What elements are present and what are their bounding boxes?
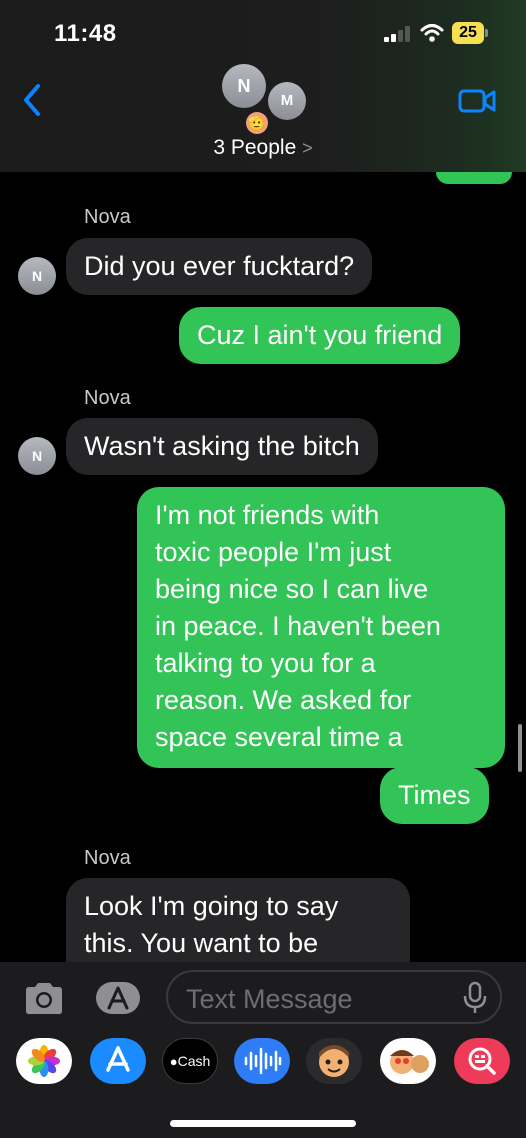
back-chevron-icon[interactable] (20, 82, 44, 118)
wifi-icon (420, 24, 444, 42)
audio-message-icon[interactable] (234, 1038, 290, 1084)
message-line: talking to you for a (155, 648, 376, 678)
status-time: 11:48 (54, 20, 117, 47)
group-info-button[interactable]: 3 People > (0, 136, 526, 160)
avatar-m[interactable]: M (268, 82, 306, 120)
battery-level: 25 (452, 22, 484, 44)
sender-name: Nova (84, 387, 131, 409)
sender-avatar[interactable]: N (18, 257, 56, 295)
microphone-icon[interactable] (462, 980, 488, 1016)
camera-icon[interactable] (22, 980, 66, 1016)
battery-icon: 25 (452, 22, 488, 44)
incoming-message[interactable]: Wasn't asking the bitch (66, 418, 378, 475)
message-line: reason. We asked for (155, 685, 412, 715)
sender-name: Nova (84, 206, 131, 228)
app-drawer-icon[interactable] (94, 980, 142, 1016)
message-line: toxic people I'm just (155, 537, 392, 567)
cellular-signal-icon (384, 26, 410, 42)
avatar-emoji: 🫡 (246, 112, 268, 134)
outgoing-message[interactable]: Cuz I ain't you friend (179, 307, 461, 364)
search-images-icon[interactable] (454, 1038, 510, 1084)
outgoing-message[interactable]: I'm not friends with toxic people I'm ju… (137, 487, 505, 768)
home-indicator[interactable] (170, 1120, 356, 1127)
group-label: 3 People (213, 136, 297, 159)
previous-message-bubble (436, 172, 512, 184)
sender-avatar[interactable]: N (18, 437, 56, 475)
apple-cash-label: Cash (177, 1053, 211, 1069)
message-line: this. You want to be (84, 928, 319, 958)
incoming-message[interactable]: Did you ever fucktard? (66, 238, 373, 295)
memoji-stickers-icon[interactable] (380, 1038, 436, 1084)
message-line: space several time a (155, 722, 403, 752)
message-line: Look I'm going to say (84, 891, 339, 921)
app-store-icon[interactable] (90, 1038, 146, 1084)
memoji-icon[interactable] (306, 1038, 362, 1084)
photos-icon[interactable] (16, 1038, 72, 1084)
message-line: in peace. I haven't been (155, 611, 441, 641)
chevron-right-icon: > (302, 138, 313, 158)
message-input[interactable] (184, 980, 458, 1018)
message-line: I'm not friends with (155, 500, 380, 530)
avatar-n[interactable]: N (222, 64, 266, 108)
apple-cash-icon[interactable]: ●Cash (162, 1038, 218, 1084)
message-line: being nice so I can live (155, 574, 429, 604)
sender-name: Nova (84, 847, 131, 869)
scroll-indicator[interactable] (518, 724, 522, 772)
facetime-video-icon[interactable] (458, 88, 496, 114)
message-input-field[interactable] (166, 970, 502, 1024)
outgoing-message[interactable]: Times (380, 767, 489, 824)
